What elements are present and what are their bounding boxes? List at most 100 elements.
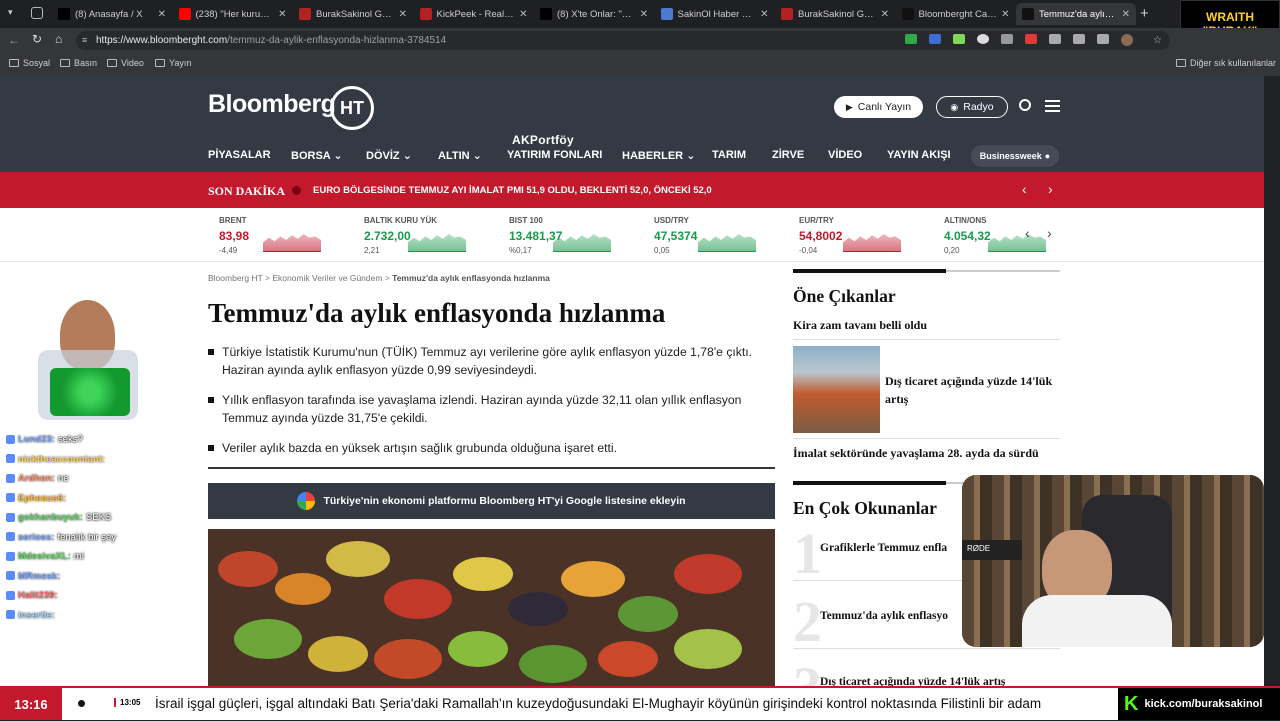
close-tab-icon[interactable]: ✕ (640, 9, 648, 20)
close-tab-icon[interactable]: ✕ (760, 9, 768, 20)
logo-ht-mark[interactable]: HT (330, 86, 374, 130)
browser-tab[interactable]: (8) Anasayfa / X ✕ (52, 3, 172, 25)
extension-icon[interactable] (905, 34, 917, 44)
nav-tarim[interactable]: TARIM (712, 149, 746, 161)
chat-text: mi (73, 551, 84, 562)
market-ticker[interactable]: USD/TRY 47,5374 0,05 (654, 216, 784, 255)
market-ticker[interactable]: ALTIN/ONS 4.054,32 0,20 (944, 216, 1074, 255)
akportfoy-logo[interactable]: AKPortföy (512, 133, 574, 147)
featured-thumbnail[interactable] (793, 346, 880, 433)
nav-zirve[interactable]: ZİRVE (772, 149, 804, 161)
extension-icon[interactable] (1001, 34, 1013, 44)
next-arrow-icon[interactable]: › (1047, 225, 1052, 241)
home-icon[interactable]: ⌂ (55, 32, 62, 46)
browser-tab[interactable]: KickPeek - Real-time U✕ (414, 3, 534, 25)
browser-tab[interactable]: BurakSakinol Gündem ✕ (293, 3, 413, 25)
nav-borsa[interactable]: BORSA ⌄ (291, 149, 343, 162)
site-info-icon[interactable]: ≡ (82, 31, 87, 50)
close-tab-icon[interactable]: ✕ (399, 9, 407, 20)
close-tab-icon[interactable]: ✕ (881, 9, 889, 20)
chat-message: gokhanbuyuk: SEKS (6, 512, 111, 523)
close-tab-icon[interactable]: ✕ (158, 9, 166, 20)
extension-icon[interactable] (1025, 34, 1037, 44)
market-ticker[interactable]: BALTIK KURU YÜK 2.732,00 2,21 (364, 216, 494, 255)
search-icon[interactable] (1019, 99, 1031, 111)
extension-icon[interactable] (929, 34, 941, 44)
site-header: Bloomberg HT ▶ Canlı Yayın ◉ Radyo AKPortf… (0, 76, 1264, 172)
tab-title: Bloomberght Canlı Bo (918, 8, 998, 20)
featured-heading: Öne Çıkanlar (793, 286, 896, 306)
extension-icon[interactable] (1097, 34, 1109, 44)
chat-message: MdesivaXL: mi (6, 551, 84, 562)
close-tab-icon[interactable]: ✕ (278, 9, 286, 20)
browser-tab[interactable]: (8) X'te Onlar: "Timur S ✕ (534, 3, 654, 25)
market-ticker[interactable]: BIST 100 13.481,37 %0,17 (509, 216, 639, 255)
nav-yatirim-fonlari[interactable]: YATIRIM FONLARI (507, 149, 602, 161)
url-path: /temmuz-da-aylik-enflasyonda-hizlanma-37… (227, 35, 447, 46)
close-tab-icon[interactable]: ✕ (519, 9, 527, 20)
featured-item[interactable]: Kira zam tavanı belli oldu (793, 318, 927, 333)
tab-favicon-icon (540, 8, 552, 20)
extension-icon[interactable] (953, 34, 965, 44)
chevron-circle-icon: ● (1044, 151, 1051, 161)
tab-list-icon[interactable]: ▾ (8, 7, 20, 19)
chat-username: insertie: (18, 609, 55, 621)
browser-tab[interactable]: Temmuz'da aylık enfla ✕ (1016, 3, 1136, 25)
browser-tab[interactable]: Bloomberght Canlı Bo✕ (896, 3, 1016, 25)
prev-arrow-icon[interactable]: ‹ (1022, 181, 1027, 197)
tab-title: KickPeek - Real-time U (436, 8, 516, 20)
produce-photo (208, 529, 775, 686)
breaking-text[interactable]: EURO BÖLGESİNDE TEMMUZ AYI İMALAT PMI 51… (313, 185, 712, 196)
popular-item[interactable]: Grafiklerle Temmuz enfla (820, 542, 947, 554)
nav-video[interactable]: VİDEO (828, 149, 862, 161)
featured-item[interactable]: Dış ticaret açığında yüzde 14'lük artış (885, 372, 1055, 408)
site-logo[interactable]: Bloomberg (208, 90, 336, 119)
new-tab-button[interactable]: + (1140, 5, 1149, 22)
market-ticker[interactable]: BRENT 83,98 -4,49 (219, 216, 349, 255)
next-arrow-icon[interactable]: › (1048, 181, 1053, 197)
google-follow-banner[interactable]: Türkiye'nin ekonomi platformu Bloomberg … (208, 483, 775, 519)
bookmark-folder-video[interactable]: Video (107, 58, 144, 68)
close-tab-icon[interactable]: ✕ (1122, 9, 1130, 20)
bookmark-folder-basin[interactable]: Basın (60, 58, 97, 68)
kick-promo[interactable]: K kick.com/buraksakinol (1118, 688, 1280, 720)
chat-text: SEKS (85, 512, 112, 523)
businessweek-button[interactable]: Businessweek ● (971, 145, 1059, 167)
streamer-avatar-overlay (30, 300, 150, 420)
market-ticker[interactable]: EUR/TRY 54,8002 -0,04 (799, 216, 929, 255)
nav-piyasalar[interactable]: PİYASALAR (208, 149, 271, 161)
chat-badge-icon (6, 493, 15, 503)
featured-item[interactable]: İmalat sektöründe yavaşlama 28. ayda da … (793, 446, 1039, 461)
nav-doviz[interactable]: DÖVİZ ⌄ (366, 149, 412, 162)
workspaces-icon[interactable] (31, 7, 43, 19)
radio-button[interactable]: ◉ Radyo (936, 96, 1008, 118)
breadcrumb-home[interactable]: Bloomberg HT (208, 273, 263, 283)
chat-badge-icon (6, 551, 15, 561)
live-stream-button[interactable]: ▶ Canlı Yayın (834, 96, 923, 118)
extension-icon[interactable] (977, 34, 989, 44)
browser-tab[interactable]: SakinOl Haber Merkezi✕ (655, 3, 775, 25)
bookmark-folder-yayin[interactable]: Yayın (155, 58, 191, 68)
nav-haberler[interactable]: HABERLER ⌄ (622, 149, 695, 162)
chat-message: serioes: fenalık bir şey (6, 532, 116, 543)
prev-arrow-icon[interactable]: ‹ (1025, 225, 1030, 241)
bookmark-folder-sosyal[interactable]: Sosyal (9, 58, 50, 68)
browser-tab[interactable]: BurakSakinol Gündem ✕ (775, 3, 895, 25)
bookmark-folder-other[interactable]: Diğer sık kullanılanlar (1176, 58, 1276, 68)
back-icon[interactable]: ← (8, 33, 20, 47)
reload-icon[interactable]: ↻ (32, 32, 42, 46)
close-tab-icon[interactable]: ✕ (1001, 9, 1009, 20)
popular-item[interactable]: Temmuz'da aylık enflasyo (820, 610, 948, 622)
extension-icon[interactable] (1049, 34, 1061, 44)
chat-badge-icon (6, 610, 15, 620)
profile-avatar[interactable] (1121, 34, 1133, 46)
browser-tab[interactable]: (238) "Her kuruş yardım✕ (173, 3, 293, 25)
nav-altin[interactable]: ALTIN ⌄ (438, 149, 482, 162)
menu-icon[interactable] (1045, 100, 1060, 112)
extension-icon[interactable] (1073, 34, 1085, 44)
divider (208, 467, 775, 469)
breadcrumb-category[interactable]: Ekonomik Veriler ve Gündem (272, 273, 382, 283)
popular-heading: En Çok Okunanlar (793, 498, 937, 518)
nav-yayin-akisi[interactable]: YAYIN AKIŞI (887, 149, 951, 161)
folder-icon (60, 59, 70, 67)
